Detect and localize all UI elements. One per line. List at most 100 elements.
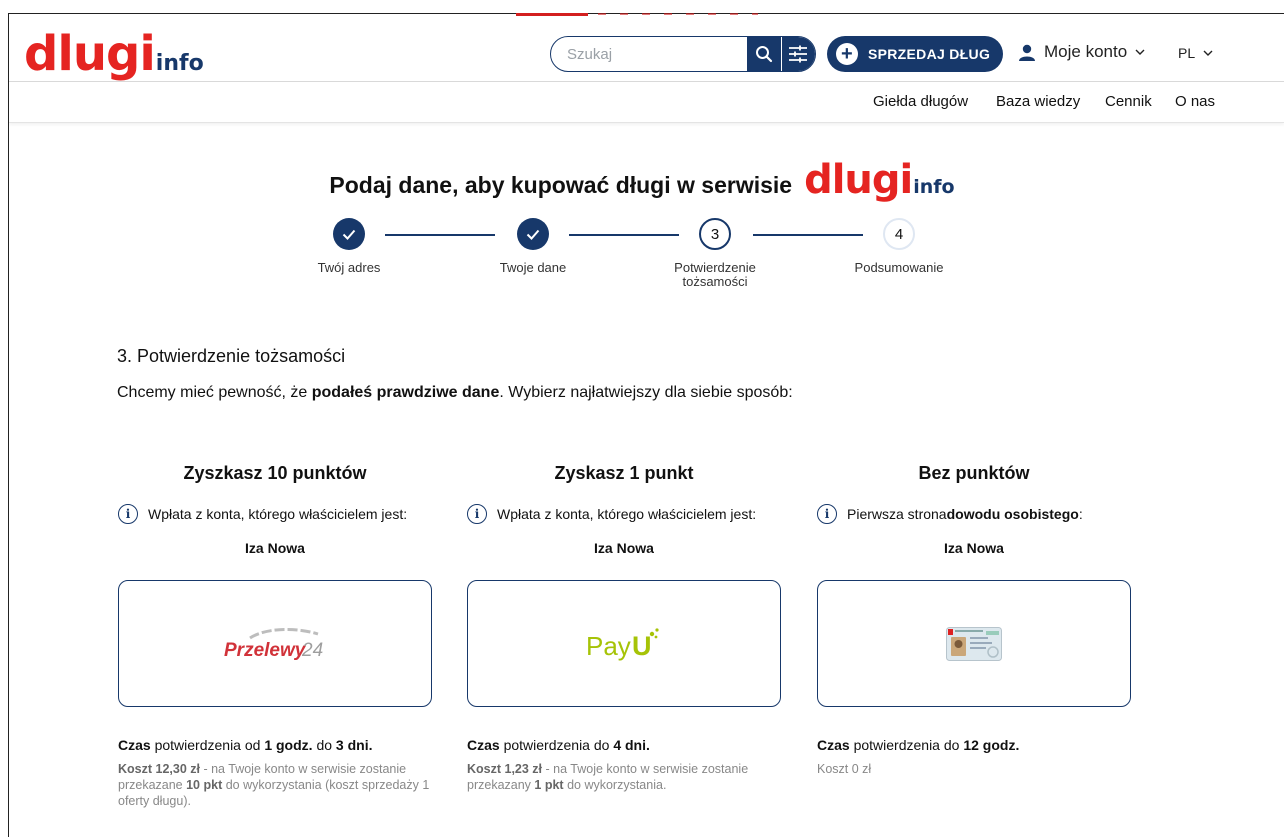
option-time: Czas potwierdzenia do 4 dni. [467,737,781,753]
option-heading: Zyskasz 1 punkt [554,463,694,483]
cost-points: 10 pkt [186,778,223,792]
check-icon [526,229,540,240]
option-time: Czas potwierdzenia do 12 godz. [817,737,1131,753]
section-title: 3. Potwierdzenie tożsamości [117,346,346,366]
step-connector [385,234,495,236]
option-heading: Bez punktów [918,463,1030,483]
desc-pre: Chcemy mieć pewność, że [117,384,312,401]
przelewy24-card[interactable]: Przelewy 24 [118,580,432,707]
account-menu[interactable]: Moje konto [1018,42,1145,62]
logo-sub-text: info [155,51,204,76]
option-cost: Koszt 0 zł [817,762,872,776]
time-value-1: 4 dni. [613,737,650,753]
step-4-circle: 4 [883,218,915,250]
user-icon [1019,44,1035,61]
check-icon [342,229,356,240]
step-3-label-line1: Potwierdzenie [674,260,756,275]
account-label: Moje konto [1044,42,1128,61]
option-payu: Zyskasz 1 punkt i Wpłata z konta, któreg… [467,463,781,793]
chevron-down-icon [1135,49,1145,55]
step-1-label: Twój adres [317,260,381,275]
search-button[interactable] [747,37,781,71]
option-owner: Iza Nowa [594,540,654,556]
step-connector [569,234,679,236]
sell-debt-label: SPRZEDAJ DŁUG [868,46,991,62]
header-divider [9,81,1284,82]
cost-bold: Koszt 12,30 zł [118,762,200,776]
option-heading: Zyszkasz 10 punktów [183,463,367,483]
svg-text:U: U [632,631,652,661]
time-bold: Czas [467,737,500,753]
option-info-after: : [1078,506,1083,522]
site-logo[interactable]: dlugiinfo [24,30,204,78]
step-2-label: Twoje dane [499,260,567,275]
time-text: potwierdzenia do [499,737,614,753]
page-title-text: Podaj dane, aby kupować długi w serwisie [329,172,793,198]
language-selector[interactable]: PL [1178,45,1213,61]
payu-card[interactable]: Pay U [467,580,781,707]
filter-sliders-icon [789,45,808,63]
search-icon [755,46,772,63]
nav-pricing[interactable]: Cennik [1105,93,1152,110]
option-info-text: Pierwsza strona [847,506,947,522]
info-icon[interactable]: i [817,504,837,524]
page-title: Podaj dane, aby kupować długi w serwisie… [0,160,1284,200]
time-value-2: 3 dni. [335,737,373,753]
step-1-circle [333,218,365,250]
search-bar [550,36,816,72]
option-owner: Iza Nowa [245,540,305,556]
info-icon[interactable]: i [467,504,487,524]
step-3-label: Potwierdzenie tożsamości [645,261,785,289]
chevron-down-icon [1203,50,1213,56]
desc-post: . Wybierz najłatwiejszy dla siebie sposó… [499,384,793,401]
cost-bold: Koszt 1,23 zł [467,762,543,776]
option-info-text: Wpłata z konta, którego właścicielem jes… [148,506,408,522]
title-logo-main: dlugi [804,157,913,203]
nav-knowledge-base[interactable]: Baza wiedzy [996,93,1080,110]
step-2-circle [517,218,549,250]
payu-logo: Pay U [586,627,659,661]
option-info: i Wpłata z konta, którego właścicielem j… [467,504,781,524]
cost-points: 1 pkt [534,778,564,792]
id-card-icon [946,626,1002,661]
option-id-card: Bez punktów i Pierwsza strona dowodu oso… [817,463,1131,777]
cost-text-2: do wykorzystania. [563,778,667,792]
time-bold: Czas [817,737,850,753]
step-connector [753,234,863,236]
option-time: Czas potwierdzenia od 1 godz. do 3 dni. [118,737,432,753]
svg-text:Przelewy: Przelewy [224,640,307,661]
option-info: i Pierwsza strona dowodu osobistego: [817,504,1131,524]
nav-about[interactable]: O nas [1175,93,1215,110]
option-info-bold: dowodu osobistego [946,506,1079,522]
step-3-circle: 3 [699,218,731,250]
info-icon[interactable]: i [118,504,138,524]
step-3-label-line2: tożsamości [682,274,748,289]
filter-button[interactable] [780,37,815,71]
time-text: potwierdzenia do [849,737,964,753]
section-description: Chcemy mieć pewność, że podałeś prawdziw… [117,384,793,402]
option-cost: Koszt 1,23 zł - na Twoje konto w serwisi… [467,761,781,793]
przelewy24-logo: Przelewy 24 [224,627,323,661]
time-bold: Czas [118,737,151,753]
logo-main-text: dlugi [24,26,156,82]
progress-stepper: 3 4 Twój adres Twoje dane Potwierdzenie t… [0,218,1284,298]
option-owner: Iza Nowa [944,540,1004,556]
svg-text:24: 24 [301,640,323,661]
search-input[interactable] [551,37,747,71]
plus-icon: + [836,43,858,65]
svg-text:Pay: Pay [586,631,631,661]
title-logo-sub: info [913,176,955,198]
time-value-1: 12 godz. [963,737,1020,753]
step-4-label: Podsumowanie [854,260,944,275]
option-info: i Wpłata z konta, którego właścicielem j… [118,504,432,524]
time-mid: do [312,737,336,753]
time-text: potwierdzenia od [150,737,265,753]
nav-debt-exchange[interactable]: Giełda długów [873,93,968,110]
option-info-text: Wpłata z konta, którego właścicielem jes… [497,506,757,522]
id-card-card[interactable] [817,580,1131,707]
sell-debt-button[interactable]: + SPRZEDAJ DŁUG [827,36,1003,72]
desc-bold: podałeś prawdziwe dane [311,384,500,401]
option-przelewy24: Zyszkasz 10 punktów i Wpłata z konta, kt… [118,463,432,809]
title-logo: dlugiinfo [804,160,955,200]
language-label: PL [1178,45,1196,61]
